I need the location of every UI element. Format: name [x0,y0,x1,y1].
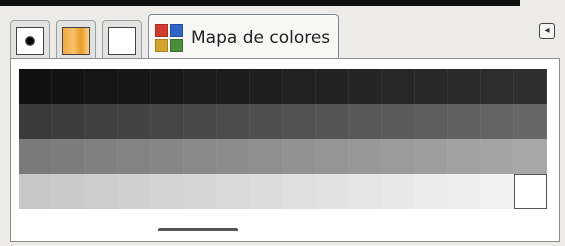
color-swatch[interactable] [448,104,481,139]
color-swatch[interactable] [184,139,217,174]
color-swatch[interactable] [382,69,415,104]
colormap-tab-label: Mapa de colores [191,27,331,48]
color-swatch[interactable] [118,69,151,104]
color-swatch[interactable] [151,139,184,174]
palette-yellow [155,38,168,52]
color-swatch[interactable] [184,174,217,209]
colormap-dock: Mapa de colores ◂ [0,0,565,246]
selected-color-swatch[interactable] [514,174,547,209]
color-swatch[interactable] [217,139,250,174]
color-swatch[interactable] [250,104,283,139]
palette-icon [155,23,183,52]
color-swatch[interactable] [85,174,118,209]
color-swatch[interactable] [19,104,52,139]
brush-dot [25,35,35,46]
left-arrow-icon[interactable]: ◂ [539,23,555,39]
window-top-border [0,0,520,6]
color-swatch[interactable] [85,104,118,139]
color-swatch[interactable] [85,139,118,174]
colormap-panel [10,58,560,242]
color-swatch[interactable] [250,174,283,209]
white-fill [109,27,135,54]
color-swatch[interactable] [19,139,52,174]
color-swatch[interactable] [217,104,250,139]
color-swatch[interactable] [316,174,349,209]
color-swatch[interactable] [415,174,448,209]
color-swatch[interactable] [118,104,151,139]
color-swatch[interactable] [151,69,184,104]
color-swatch[interactable] [250,139,283,174]
color-swatch[interactable] [514,69,547,104]
color-swatch[interactable] [415,69,448,104]
color-swatch[interactable] [415,104,448,139]
color-swatch[interactable] [217,174,250,209]
color-swatch[interactable] [184,69,217,104]
color-swatch[interactable] [316,139,349,174]
color-swatch[interactable] [316,104,349,139]
color-swatch[interactable] [283,139,316,174]
color-swatch[interactable] [481,174,514,209]
pattern-icon [62,26,90,55]
color-swatch[interactable] [349,69,382,104]
color-swatch[interactable] [448,174,481,209]
color-swatch[interactable] [382,139,415,174]
color-swatch[interactable] [481,104,514,139]
color-swatch[interactable] [52,139,85,174]
scrollbar-handle[interactable] [158,228,238,241]
palette-blue [170,23,183,37]
color-swatch[interactable] [151,104,184,139]
color-swatch[interactable] [349,174,382,209]
color-swatch[interactable] [52,104,85,139]
tab-brushes[interactable] [10,20,50,60]
color-swatch[interactable] [118,139,151,174]
color-swatch[interactable] [448,69,481,104]
color-swatch[interactable] [151,174,184,209]
color-swatch[interactable] [349,104,382,139]
dock-tab-strip: Mapa de colores [10,12,340,60]
color-swatch[interactable] [283,69,316,104]
color-swatch[interactable] [382,104,415,139]
color-swatch[interactable] [19,174,52,209]
color-swatch[interactable] [250,69,283,104]
palette-green [170,38,183,52]
pattern-fill [63,27,89,54]
color-swatch[interactable] [118,174,151,209]
color-swatch[interactable] [283,174,316,209]
empty-palette-area [19,209,547,237]
color-swatch[interactable] [217,69,250,104]
tab-white[interactable] [102,20,142,60]
color-swatch[interactable] [481,69,514,104]
color-swatch[interactable] [283,104,316,139]
white-square-icon [108,26,136,55]
tab-patterns[interactable] [56,20,96,60]
color-swatch[interactable] [184,104,217,139]
color-swatch[interactable] [85,69,118,104]
color-swatch[interactable] [316,69,349,104]
color-swatch[interactable] [514,104,547,139]
color-swatch[interactable] [52,69,85,104]
tab-colormap[interactable]: Mapa de colores [148,14,340,60]
swatch-grid [19,69,547,209]
color-swatch[interactable] [448,139,481,174]
color-swatch[interactable] [415,139,448,174]
color-swatch[interactable] [52,174,85,209]
color-swatch[interactable] [481,139,514,174]
brush-icon [16,26,44,55]
color-swatch[interactable] [349,139,382,174]
color-swatch[interactable] [514,139,547,174]
color-swatch[interactable] [19,69,52,104]
color-swatch[interactable] [382,174,415,209]
palette-red [155,23,168,37]
